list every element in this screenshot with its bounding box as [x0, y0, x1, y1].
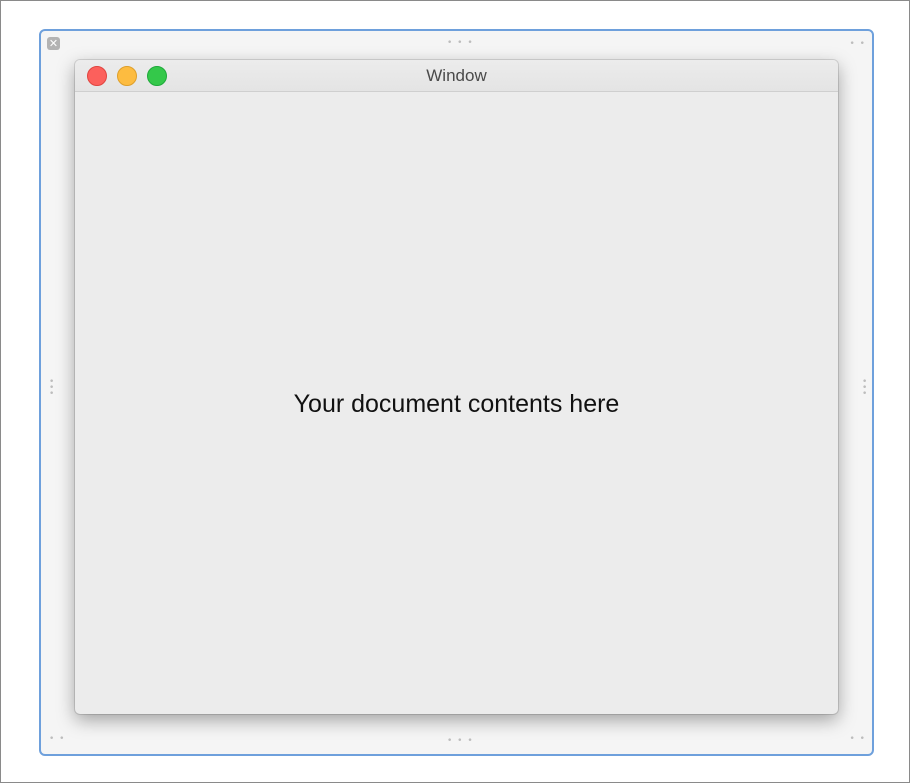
document-window[interactable]: Window Your document contents here	[75, 60, 838, 714]
window-content: Your document contents here	[75, 92, 838, 714]
resize-handle-top-right[interactable]: • •	[850, 40, 866, 49]
editor-canvas: ✕ • • • • • • • • • • • • • • • • • • Wi…	[0, 0, 910, 783]
resize-handle-bottom-right[interactable]: • •	[850, 735, 866, 744]
remove-icon[interactable]: ✕	[47, 37, 60, 50]
resize-handle-right[interactable]: • • •	[862, 378, 867, 399]
resize-handle-top[interactable]: • • •	[447, 39, 474, 48]
resize-handle-bottom-left[interactable]: • •	[49, 735, 65, 744]
resize-handle-bottom[interactable]: • • •	[447, 737, 474, 746]
document-placeholder-text: Your document contents here	[293, 390, 620, 418]
window-titlebar[interactable]: Window	[75, 60, 838, 92]
resize-handle-left[interactable]: • • •	[49, 378, 54, 399]
window-title: Window	[426, 66, 487, 85]
